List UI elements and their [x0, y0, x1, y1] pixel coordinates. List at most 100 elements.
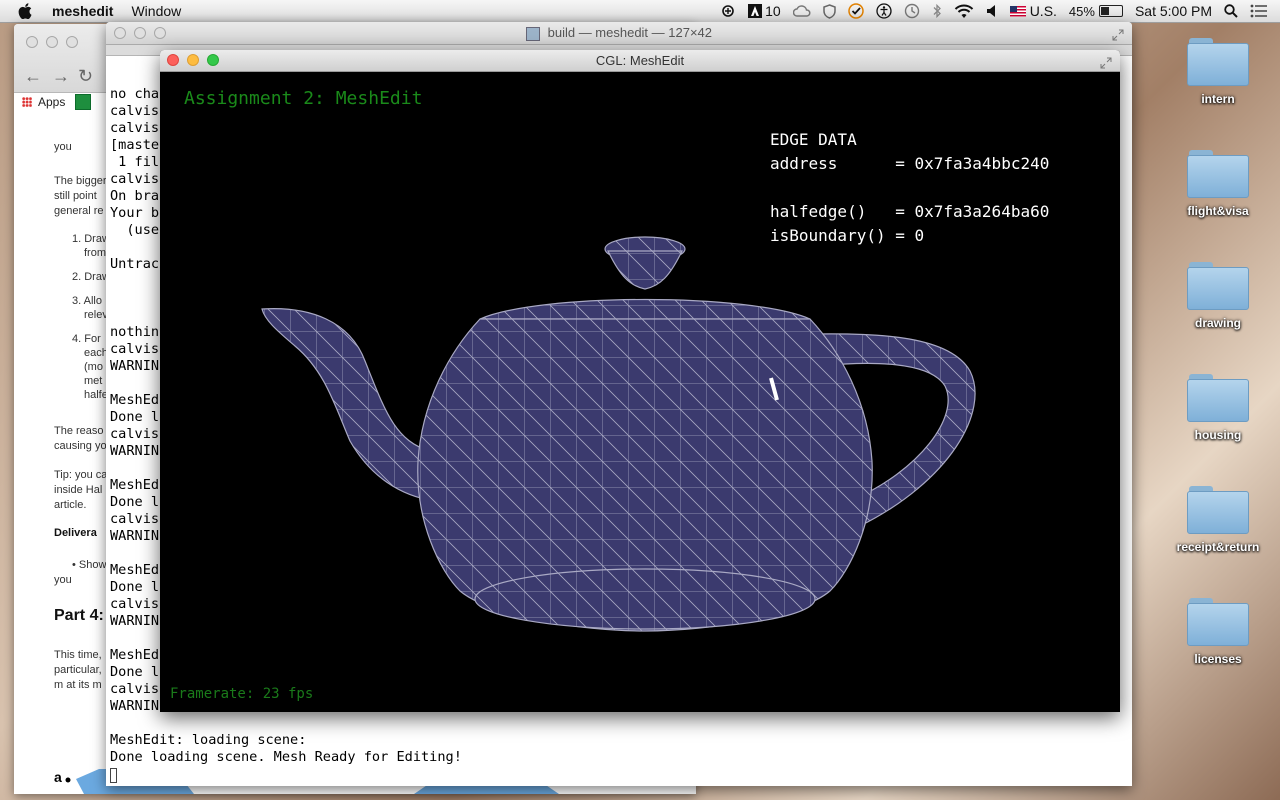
- page-text-line: particular,: [54, 664, 102, 676]
- close-button[interactable]: [167, 54, 179, 66]
- battery-status[interactable]: 45%: [1069, 4, 1123, 19]
- page-text-line: each: [84, 347, 108, 359]
- shield-icon[interactable]: [822, 3, 836, 19]
- page-text-line: 3. Allo: [72, 295, 102, 307]
- terminal-line: Done l: [110, 494, 160, 510]
- page-text-line: m at its m: [54, 679, 102, 691]
- edge-spacer: [770, 176, 1049, 200]
- terminal-line: Done l: [110, 579, 160, 595]
- terminal-line: calvis: [110, 171, 160, 187]
- terminal-line: calvis: [110, 511, 160, 527]
- menu-window[interactable]: Window: [131, 3, 181, 19]
- terminal-line: WARNIN: [110, 613, 160, 629]
- bluetooth-icon[interactable]: [932, 3, 942, 19]
- page-text-line: still point: [54, 190, 97, 202]
- edge-address: address = 0x7fa3a4bbc240: [770, 154, 1050, 173]
- time-machine-icon[interactable]: [904, 3, 920, 19]
- zoom-button[interactable]: [154, 27, 166, 39]
- desktop-folder[interactable]: receipt&return: [1163, 486, 1273, 554]
- teapot-mesh[interactable]: [261, 236, 976, 632]
- zoom-button[interactable]: [66, 36, 78, 48]
- terminal-line: WARNIN: [110, 698, 160, 714]
- edge-data-title: EDGE DATA: [770, 130, 857, 149]
- desktop-folder[interactable]: licenses: [1163, 598, 1273, 666]
- terminal-line: (use: [110, 222, 160, 238]
- page-text-line: 4. For: [72, 333, 101, 345]
- terminal-line: no cha: [110, 86, 160, 102]
- zoom-button[interactable]: [207, 54, 219, 66]
- spotlight-search-icon[interactable]: [1224, 4, 1238, 18]
- page-text-line: met: [84, 375, 103, 387]
- bookmark-apps[interactable]: Apps: [22, 94, 92, 110]
- close-button[interactable]: [114, 27, 126, 39]
- folder-icon: [1187, 598, 1249, 646]
- accessibility-icon[interactable]: [876, 3, 892, 19]
- folder-label: receipt&return: [1176, 540, 1260, 554]
- clock[interactable]: Sat 5:00 PM: [1135, 3, 1212, 19]
- teapot-lid-stem[interactable]: [607, 250, 683, 290]
- page-text-line: relev: [84, 309, 108, 321]
- cgl-window-controls: [167, 54, 227, 66]
- assignment-heading: Assignment 2: MeshEdit: [184, 88, 423, 109]
- fullscreen-icon[interactable]: [1112, 26, 1124, 41]
- bookmark-sheet-icon[interactable]: [75, 94, 92, 110]
- page-text-line: from: [84, 247, 106, 259]
- desktop-folder[interactable]: flight&visa: [1163, 150, 1273, 218]
- wifi-icon[interactable]: [954, 4, 974, 19]
- folder-icon: [1187, 150, 1249, 198]
- desktop-folder[interactable]: intern: [1163, 38, 1273, 106]
- terminal-line: calvis: [110, 341, 160, 357]
- terminal-title: build — meshedit — 127×42: [547, 25, 713, 40]
- cloud-sync-icon[interactable]: [720, 4, 736, 18]
- terminal-line: calvis: [110, 596, 160, 612]
- notification-center-icon[interactable]: [1250, 4, 1268, 18]
- desktop-folder[interactable]: drawing: [1163, 262, 1273, 330]
- terminal-line: MeshEd: [110, 392, 160, 408]
- page-text-line: inside Hal: [54, 484, 103, 496]
- browser-window-controls: [26, 36, 86, 48]
- page-text-line: Part 4:: [54, 607, 104, 624]
- terminal-cursor: [110, 768, 117, 783]
- page-text-line: Tip: you ca: [54, 469, 108, 481]
- desktop-folder[interactable]: housing: [1163, 374, 1273, 442]
- page-text-line: halfe: [84, 389, 108, 401]
- cgl-title: CGL: MeshEdit: [595, 53, 685, 68]
- close-button[interactable]: [26, 36, 38, 48]
- page-text-line: This time,: [54, 649, 102, 661]
- back-arrow-icon[interactable]: ←: [24, 66, 42, 87]
- checkmark-icon[interactable]: [847, 3, 864, 19]
- input-source[interactable]: U.S.: [1009, 3, 1057, 19]
- forward-arrow-icon[interactable]: →: [52, 66, 70, 87]
- minimize-button[interactable]: [134, 27, 146, 39]
- apps-grid-icon: [22, 97, 32, 107]
- adobe-status[interactable]: 10: [748, 3, 781, 19]
- fullscreen-icon[interactable]: [1100, 54, 1112, 69]
- status-area: 10 U.S. 45% Sat 5:00 PM: [720, 0, 1280, 22]
- teapot-spout[interactable]: [261, 308, 436, 502]
- app-menu-name[interactable]: meshedit: [52, 3, 113, 19]
- teapot-lid[interactable]: [479, 298, 811, 320]
- minimize-button[interactable]: [46, 36, 58, 48]
- terminal-line: Your b: [110, 205, 160, 221]
- folder-icon: [1187, 486, 1249, 534]
- terminal-window-controls: [114, 27, 174, 39]
- framerate-label: Framerate: 23 fps: [170, 686, 314, 702]
- minimize-button[interactable]: [187, 54, 199, 66]
- volume-icon[interactable]: [986, 4, 998, 18]
- terminal-line: calvis: [110, 120, 160, 136]
- reload-icon[interactable]: ↻: [78, 66, 93, 87]
- terminal-line: WARNIN: [110, 358, 160, 374]
- folder-label: intern: [1201, 92, 1235, 106]
- page-text-line: (mo: [84, 361, 103, 373]
- creative-cloud-icon[interactable]: [792, 5, 811, 17]
- edge-data-panel: EDGE DATA address = 0x7fa3a4bbc240 halfe…: [770, 128, 1049, 248]
- terminal-line: 1 fil: [110, 154, 160, 170]
- terminal-line: Done l: [110, 409, 160, 425]
- teapot-base[interactable]: [474, 568, 816, 630]
- terminal-line: calvis: [110, 426, 160, 442]
- page-text-line: you: [54, 141, 72, 153]
- terminal-line: Untrac: [110, 256, 160, 272]
- folder-icon: [1187, 38, 1249, 86]
- apple-icon[interactable]: [18, 3, 34, 19]
- terminal-line: MeshEdit: loading scene:: [110, 732, 307, 748]
